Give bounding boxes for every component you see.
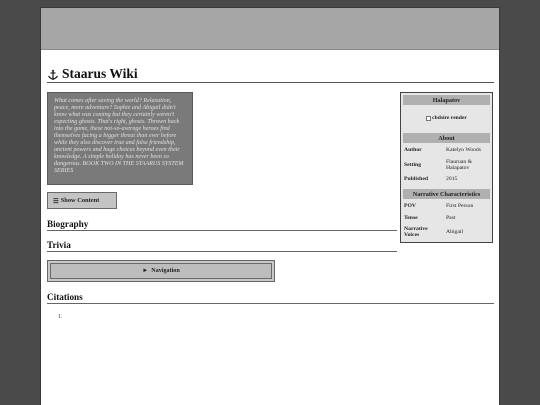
infobox-row-tense: Tense Past (403, 215, 490, 223)
top-banner (41, 8, 499, 50)
infobox-key: Narrative Voices (404, 226, 428, 239)
broken-image-icon (426, 115, 432, 121)
infobox-value[interactable]: Abigail (446, 229, 490, 235)
menu-icon: ☰ (53, 197, 59, 205)
infobox-value: Past (446, 215, 456, 221)
infobox-value: First Person (446, 203, 474, 209)
biography-divider (47, 230, 397, 231)
infobox-key: Setting (404, 162, 422, 168)
wiki-header: Staarus Wiki (47, 66, 138, 82)
section-citations: Citations (47, 292, 83, 302)
infobox-row-pov: POV First Person (403, 203, 490, 211)
section-biography: Biography (47, 219, 89, 229)
infobox-key: Author (404, 147, 422, 153)
wiki-page: Staarus Wiki What comes after saving the… (40, 7, 500, 405)
infobox-title: Halapatov (403, 95, 490, 105)
infobox-row-published: Published 2015 (403, 176, 490, 184)
infobox-narrative-header: Narrative Characteristics (403, 189, 490, 199)
wiki-title[interactable]: Staarus Wiki (62, 66, 138, 82)
title-divider (47, 82, 494, 83)
infobox-value[interactable]: Flauruan & Halapatov (446, 159, 490, 172)
infobox-key: Published (404, 176, 429, 182)
show-content-button[interactable]: ☰ Show Content (47, 192, 117, 209)
navigation-box: ► Navigation (47, 260, 275, 282)
infobox-image-alt: cbdsire render (432, 115, 467, 121)
infobox-row-setting: Setting Flauruan & Halapatov (403, 159, 490, 173)
navigation-toggle[interactable]: ► Navigation (50, 263, 272, 279)
infobox-key: Tense (404, 215, 418, 221)
navigation-label: Navigation (151, 268, 180, 274)
infobox-value[interactable]: Katelyn Woods (446, 147, 490, 153)
trivia-divider (47, 251, 397, 252)
section-trivia: Trivia (47, 240, 71, 250)
anchor-logo-icon (47, 68, 59, 80)
citations-divider (47, 303, 494, 304)
infobox: Halapatov cbdsire render About Author Ka… (400, 92, 493, 243)
infobox-key: POV (404, 203, 417, 209)
infobox-image: cbdsire render (401, 109, 492, 127)
infobox-about-header: About (403, 133, 490, 143)
show-content-label: Show Content (60, 197, 100, 204)
citation-item: 1. (58, 314, 63, 320)
synopsis-box: What comes after saving the world? Relax… (47, 92, 193, 185)
infobox-row-author: Author Katelyn Woods (403, 147, 490, 155)
infobox-value: 2015 (446, 176, 458, 182)
infobox-row-narrative-voices: Narrative Voices Abigail (403, 226, 490, 240)
expand-arrow-icon: ► (142, 268, 149, 274)
